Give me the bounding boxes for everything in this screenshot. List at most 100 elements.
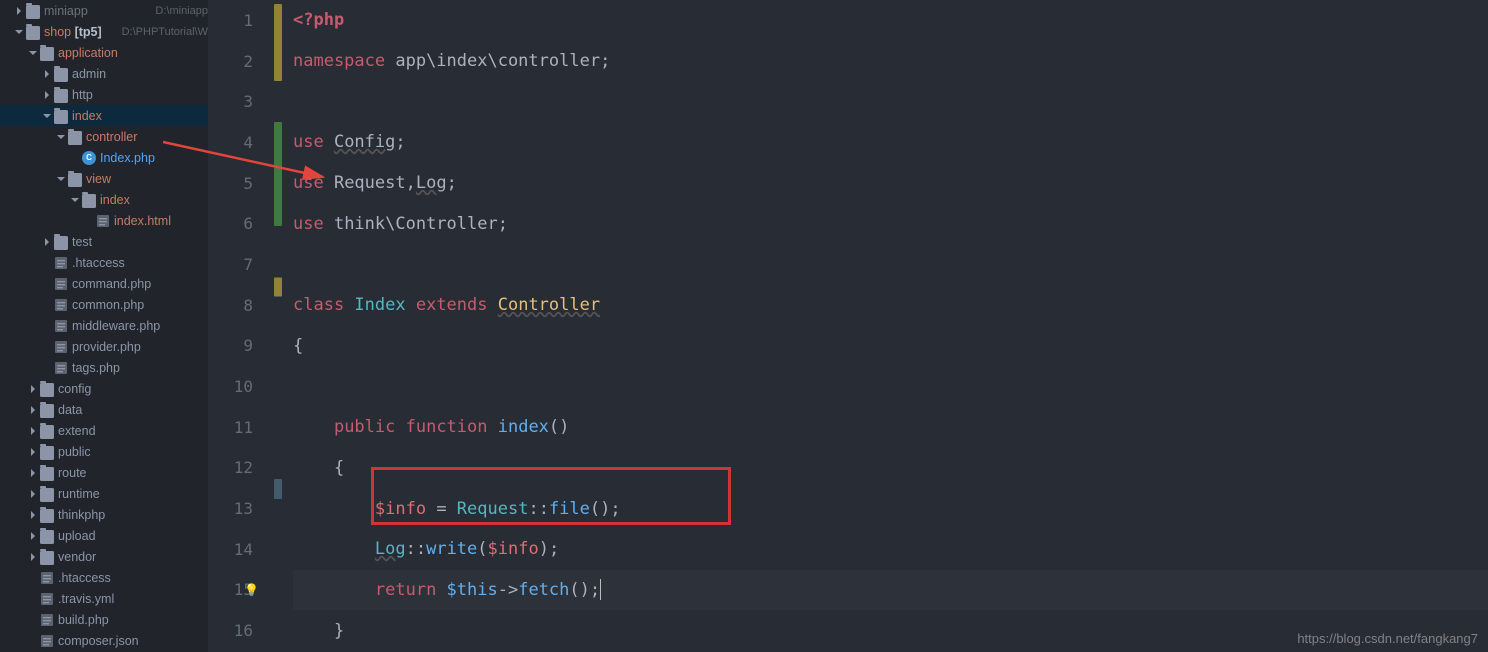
code-line[interactable]: public function index() [293,407,1488,448]
chevron-down-icon[interactable] [56,174,66,184]
tree-item[interactable]: miniappD:\miniapp [0,0,208,21]
tree-item[interactable]: build.php [0,609,208,630]
line-number: 8 [208,285,253,326]
tree-item[interactable]: http [0,84,208,105]
code-line[interactable]: <?php [293,0,1488,41]
line-number: 4 [208,122,253,163]
tree-item[interactable]: middleware.php [0,315,208,336]
tree-item[interactable]: upload [0,525,208,546]
chevron-right-icon[interactable] [42,69,52,79]
code-line[interactable]: Log::write($info); [293,529,1488,570]
code-token: :: [528,499,548,519]
code-area[interactable]: <?phpnamespace app\index\controller; use … [283,0,1488,652]
tree-item[interactable]: runtime [0,483,208,504]
line-number: 10 [208,366,253,407]
tree-item[interactable]: tags.php [0,357,208,378]
code-line[interactable] [293,244,1488,285]
tree-item-label: controller [86,130,208,144]
tree-item[interactable]: route [0,462,208,483]
code-line[interactable]: { [293,326,1488,367]
watermark: https://blog.csdn.net/fangkang7 [1297,631,1478,646]
code-line[interactable] [293,366,1488,407]
tree-item[interactable]: .travis.yml [0,588,208,609]
code-token: fetch [518,580,569,600]
chevron-right-icon[interactable] [28,510,38,520]
code-line[interactable]: use Config; [293,122,1488,163]
code-token: :: [406,539,426,559]
code-line[interactable]: 💡 return $this->fetch(); [293,570,1488,611]
chevron-right-icon[interactable] [28,489,38,499]
chevron-right-icon[interactable] [28,531,38,541]
code-line[interactable]: class Index extends Controller [293,285,1488,326]
chevron-right-icon[interactable] [28,468,38,478]
folder-icon [40,46,54,60]
tree-item[interactable]: command.php [0,273,208,294]
code-line[interactable]: use think\Controller; [293,203,1488,244]
tree-item[interactable]: admin [0,63,208,84]
intention-bulb-icon[interactable]: 💡 [244,583,259,597]
tree-item[interactable]: CIndex.php [0,147,208,168]
tree-item[interactable]: .htaccess [0,252,208,273]
line-number: 14 [208,529,253,570]
code-token: Log [375,539,406,559]
chevron-right-icon[interactable] [28,447,38,457]
tree-item[interactable]: controller [0,126,208,147]
tree-item-label: view [86,172,208,186]
file-icon [54,319,68,333]
code-token: use [293,173,334,193]
chevron-right-icon[interactable] [42,237,52,247]
tree-item[interactable]: data [0,399,208,420]
tree-item[interactable]: composer.json [0,630,208,651]
code-line[interactable]: $info = Request::file(); [293,488,1488,529]
tree-item[interactable]: provider.php [0,336,208,357]
tree-item-label: index [72,109,208,123]
tree-item[interactable]: index [0,105,208,126]
chevron-right-icon[interactable] [28,552,38,562]
tree-item[interactable]: application [0,42,208,63]
chevron-down-icon[interactable] [28,48,38,58]
project-tree[interactable]: miniappD:\miniapp shop [tp5]D:\PHPTutori… [0,0,208,652]
change-marker [274,122,282,226]
chevron-right-icon[interactable] [14,6,24,16]
editor[interactable]: 12345678910111213141516 <?phpnamespace a… [208,0,1488,652]
file-icon [54,340,68,354]
tree-item[interactable]: common.php [0,294,208,315]
chevron-right-icon[interactable] [28,384,38,394]
gutter: 12345678910111213141516 [208,0,273,652]
chevron-right-icon[interactable] [42,90,52,100]
file-icon [40,613,54,627]
chevron-down-icon[interactable] [56,132,66,142]
tree-item[interactable]: vendor [0,546,208,567]
chevron-down-icon[interactable] [42,111,52,121]
code-line[interactable]: namespace app\index\controller; [293,41,1488,82]
line-number: 1 [208,0,253,41]
chevron-down-icon[interactable] [14,27,24,37]
code-token: -> [498,580,518,600]
tree-item-label: .travis.yml [58,592,208,606]
tree-item-label: provider.php [72,340,208,354]
tree-item[interactable]: view [0,168,208,189]
code-token: () [549,417,569,437]
chevron-down-icon[interactable] [70,195,80,205]
code-line[interactable]: use Request,Log; [293,163,1488,204]
tree-item[interactable]: index [0,189,208,210]
code-line[interactable]: { [293,448,1488,489]
tree-item[interactable]: public [0,441,208,462]
tree-item-label: build.php [58,613,208,627]
folder-icon [40,550,54,564]
tree-item[interactable]: extend [0,420,208,441]
chevron-right-icon[interactable] [28,426,38,436]
file-icon [96,214,110,228]
code-line[interactable] [293,81,1488,122]
tree-item[interactable]: shop [tp5]D:\PHPTutorial\W [0,21,208,42]
tree-item[interactable]: test [0,231,208,252]
tree-item-label: test [72,235,208,249]
tree-item[interactable]: index.html [0,210,208,231]
tree-item[interactable]: .htaccess [0,567,208,588]
code-token [293,417,334,437]
tree-item[interactable]: config [0,378,208,399]
folder-icon [54,109,68,123]
tree-item-label: command.php [72,277,208,291]
tree-item[interactable]: thinkphp [0,504,208,525]
chevron-right-icon[interactable] [28,405,38,415]
